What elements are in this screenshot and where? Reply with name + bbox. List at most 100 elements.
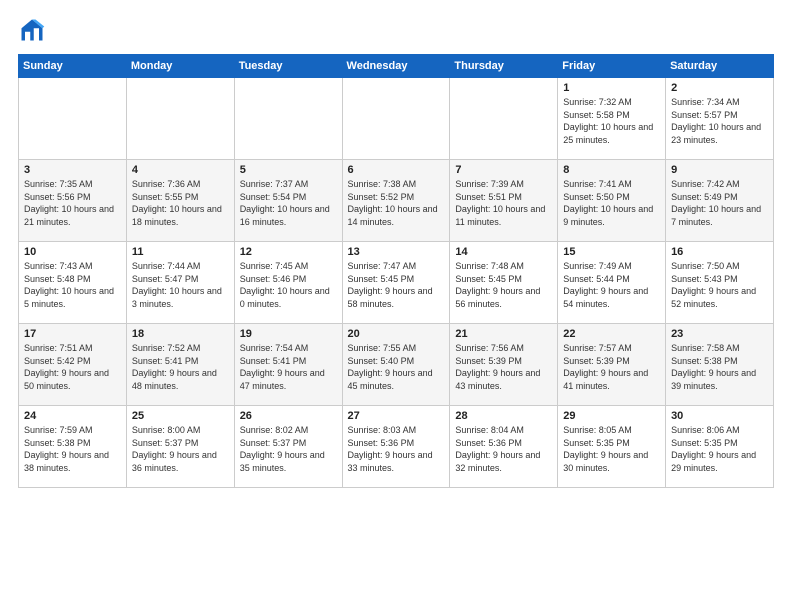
day-info: Sunrise: 7:37 AMSunset: 5:54 PMDaylight:… — [240, 178, 337, 228]
weekday-sunday: Sunday — [19, 55, 127, 78]
day-cell: 26 Sunrise: 8:02 AMSunset: 5:37 PMDayligh… — [234, 406, 342, 488]
day-number: 12 — [240, 246, 337, 258]
day-info: Sunrise: 7:57 AMSunset: 5:39 PMDaylight:… — [563, 342, 660, 392]
day-number: 11 — [132, 246, 229, 258]
day-cell: 16 Sunrise: 7:50 AMSunset: 5:43 PMDayligh… — [666, 242, 774, 324]
day-number: 5 — [240, 164, 337, 176]
day-info: Sunrise: 8:06 AMSunset: 5:35 PMDaylight:… — [671, 424, 768, 474]
day-info: Sunrise: 7:35 AMSunset: 5:56 PMDaylight:… — [24, 178, 121, 228]
day-info: Sunrise: 8:02 AMSunset: 5:37 PMDaylight:… — [240, 424, 337, 474]
logo-icon — [18, 16, 46, 44]
day-number: 16 — [671, 246, 768, 258]
day-number: 23 — [671, 328, 768, 340]
day-number: 8 — [563, 164, 660, 176]
day-number: 14 — [455, 246, 552, 258]
day-cell: 23Sunrise: 7:58 AMSunset: 5:38 PMDayligh… — [666, 324, 774, 406]
day-number: 19 — [240, 328, 337, 340]
day-cell: 15 Sunrise: 7:49 AMSunset: 5:44 PMDayligh… — [558, 242, 666, 324]
day-info: Sunrise: 7:42 AMSunset: 5:49 PMDaylight:… — [671, 178, 768, 228]
day-number: 27 — [348, 410, 445, 422]
day-info: Sunrise: 7:34 AMSunset: 5:57 PMDaylight:… — [671, 96, 768, 146]
day-cell: 4Sunrise: 7:36 AMSunset: 5:55 PMDaylight… — [126, 160, 234, 242]
day-number: 15 — [563, 246, 660, 258]
day-cell: 2 Sunrise: 7:34 AMSunset: 5:57 PMDaylight… — [666, 78, 774, 160]
weekday-saturday: Saturday — [666, 55, 774, 78]
day-cell: 27 Sunrise: 8:03 AMSunset: 5:36 PMDayligh… — [342, 406, 450, 488]
day-number: 29 — [563, 410, 660, 422]
day-cell: 20 Sunrise: 7:55 AMSunset: 5:40 PMDayligh… — [342, 324, 450, 406]
day-number: 20 — [348, 328, 445, 340]
day-number: 6 — [348, 164, 445, 176]
day-cell: 11 Sunrise: 7:44 AMSunset: 5:47 PMDayligh… — [126, 242, 234, 324]
day-cell: 19 Sunrise: 7:54 AMSunset: 5:41 PMDayligh… — [234, 324, 342, 406]
day-number: 10 — [24, 246, 121, 258]
day-number: 4 — [132, 164, 229, 176]
weekday-monday: Monday — [126, 55, 234, 78]
day-number: 7 — [455, 164, 552, 176]
day-number: 21 — [455, 328, 552, 340]
day-info: Sunrise: 7:51 AMSunset: 5:42 PMDaylight:… — [24, 342, 121, 392]
day-cell: 5 Sunrise: 7:37 AMSunset: 5:54 PMDaylight… — [234, 160, 342, 242]
day-cell: 30 Sunrise: 8:06 AMSunset: 5:35 PMDayligh… — [666, 406, 774, 488]
day-cell: 13Sunrise: 7:47 AMSunset: 5:45 PMDayligh… — [342, 242, 450, 324]
day-cell: 22 Sunrise: 7:57 AMSunset: 5:39 PMDayligh… — [558, 324, 666, 406]
day-info: Sunrise: 8:04 AMSunset: 5:36 PMDaylight:… — [455, 424, 552, 474]
day-info: Sunrise: 7:55 AMSunset: 5:40 PMDaylight:… — [348, 342, 445, 392]
day-info: Sunrise: 7:50 AMSunset: 5:43 PMDaylight:… — [671, 260, 768, 310]
day-info: Sunrise: 7:48 AMSunset: 5:45 PMDaylight:… — [455, 260, 552, 310]
day-info: Sunrise: 7:44 AMSunset: 5:47 PMDaylight:… — [132, 260, 229, 310]
day-number: 24 — [24, 410, 121, 422]
day-number: 22 — [563, 328, 660, 340]
day-info: Sunrise: 7:41 AMSunset: 5:50 PMDaylight:… — [563, 178, 660, 228]
day-cell — [342, 78, 450, 160]
day-info: Sunrise: 7:59 AMSunset: 5:38 PMDaylight:… — [24, 424, 121, 474]
day-info: Sunrise: 8:00 AMSunset: 5:37 PMDaylight:… — [132, 424, 229, 474]
logo — [18, 16, 50, 44]
day-info: Sunrise: 8:03 AMSunset: 5:36 PMDaylight:… — [348, 424, 445, 474]
week-row-2: 3 Sunrise: 7:35 AMSunset: 5:56 PMDaylight… — [19, 160, 774, 242]
day-cell: 6Sunrise: 7:38 AMSunset: 5:52 PMDaylight… — [342, 160, 450, 242]
day-number: 13 — [348, 246, 445, 258]
day-info: Sunrise: 7:43 AMSunset: 5:48 PMDaylight:… — [24, 260, 121, 310]
week-row-1: 1Sunrise: 7:32 AMSunset: 5:58 PMDaylight… — [19, 78, 774, 160]
day-info: Sunrise: 7:39 AMSunset: 5:51 PMDaylight:… — [455, 178, 552, 228]
day-number: 3 — [24, 164, 121, 176]
weekday-header-row: SundayMondayTuesdayWednesdayThursdayFrid… — [19, 55, 774, 78]
day-info: Sunrise: 7:45 AMSunset: 5:46 PMDaylight:… — [240, 260, 337, 310]
day-cell — [450, 78, 558, 160]
day-info: Sunrise: 7:49 AMSunset: 5:44 PMDaylight:… — [563, 260, 660, 310]
day-number: 30 — [671, 410, 768, 422]
day-number: 26 — [240, 410, 337, 422]
day-info: Sunrise: 7:54 AMSunset: 5:41 PMDaylight:… — [240, 342, 337, 392]
day-cell: 12 Sunrise: 7:45 AMSunset: 5:46 PMDayligh… — [234, 242, 342, 324]
weekday-wednesday: Wednesday — [342, 55, 450, 78]
day-cell: 18 Sunrise: 7:52 AMSunset: 5:41 PMDayligh… — [126, 324, 234, 406]
day-cell: 9 Sunrise: 7:42 AMSunset: 5:49 PMDaylight… — [666, 160, 774, 242]
day-number: 25 — [132, 410, 229, 422]
day-cell: 7 Sunrise: 7:39 AMSunset: 5:51 PMDaylight… — [450, 160, 558, 242]
weekday-friday: Friday — [558, 55, 666, 78]
day-info: Sunrise: 7:52 AMSunset: 5:41 PMDaylight:… — [132, 342, 229, 392]
day-cell: 24 Sunrise: 7:59 AMSunset: 5:38 PMDayligh… — [19, 406, 127, 488]
calendar-table: SundayMondayTuesdayWednesdayThursdayFrid… — [18, 54, 774, 488]
weekday-thursday: Thursday — [450, 55, 558, 78]
day-cell: 1Sunrise: 7:32 AMSunset: 5:58 PMDaylight… — [558, 78, 666, 160]
day-cell: 17Sunrise: 7:51 AMSunset: 5:42 PMDayligh… — [19, 324, 127, 406]
day-cell: 3 Sunrise: 7:35 AMSunset: 5:56 PMDaylight… — [19, 160, 127, 242]
day-number: 18 — [132, 328, 229, 340]
day-cell: 21Sunrise: 7:56 AMSunset: 5:39 PMDayligh… — [450, 324, 558, 406]
week-row-4: 17Sunrise: 7:51 AMSunset: 5:42 PMDayligh… — [19, 324, 774, 406]
day-cell — [19, 78, 127, 160]
day-cell: 29Sunrise: 8:05 AMSunset: 5:35 PMDayligh… — [558, 406, 666, 488]
day-number: 2 — [671, 82, 768, 94]
day-number: 9 — [671, 164, 768, 176]
day-number: 28 — [455, 410, 552, 422]
day-cell: 25 Sunrise: 8:00 AMSunset: 5:37 PMDayligh… — [126, 406, 234, 488]
day-cell: 8 Sunrise: 7:41 AMSunset: 5:50 PMDaylight… — [558, 160, 666, 242]
day-cell: 28 Sunrise: 8:04 AMSunset: 5:36 PMDayligh… — [450, 406, 558, 488]
day-cell — [126, 78, 234, 160]
day-cell: 14 Sunrise: 7:48 AMSunset: 5:45 PMDayligh… — [450, 242, 558, 324]
day-number: 1 — [563, 82, 660, 94]
week-row-5: 24 Sunrise: 7:59 AMSunset: 5:38 PMDayligh… — [19, 406, 774, 488]
weekday-tuesday: Tuesday — [234, 55, 342, 78]
